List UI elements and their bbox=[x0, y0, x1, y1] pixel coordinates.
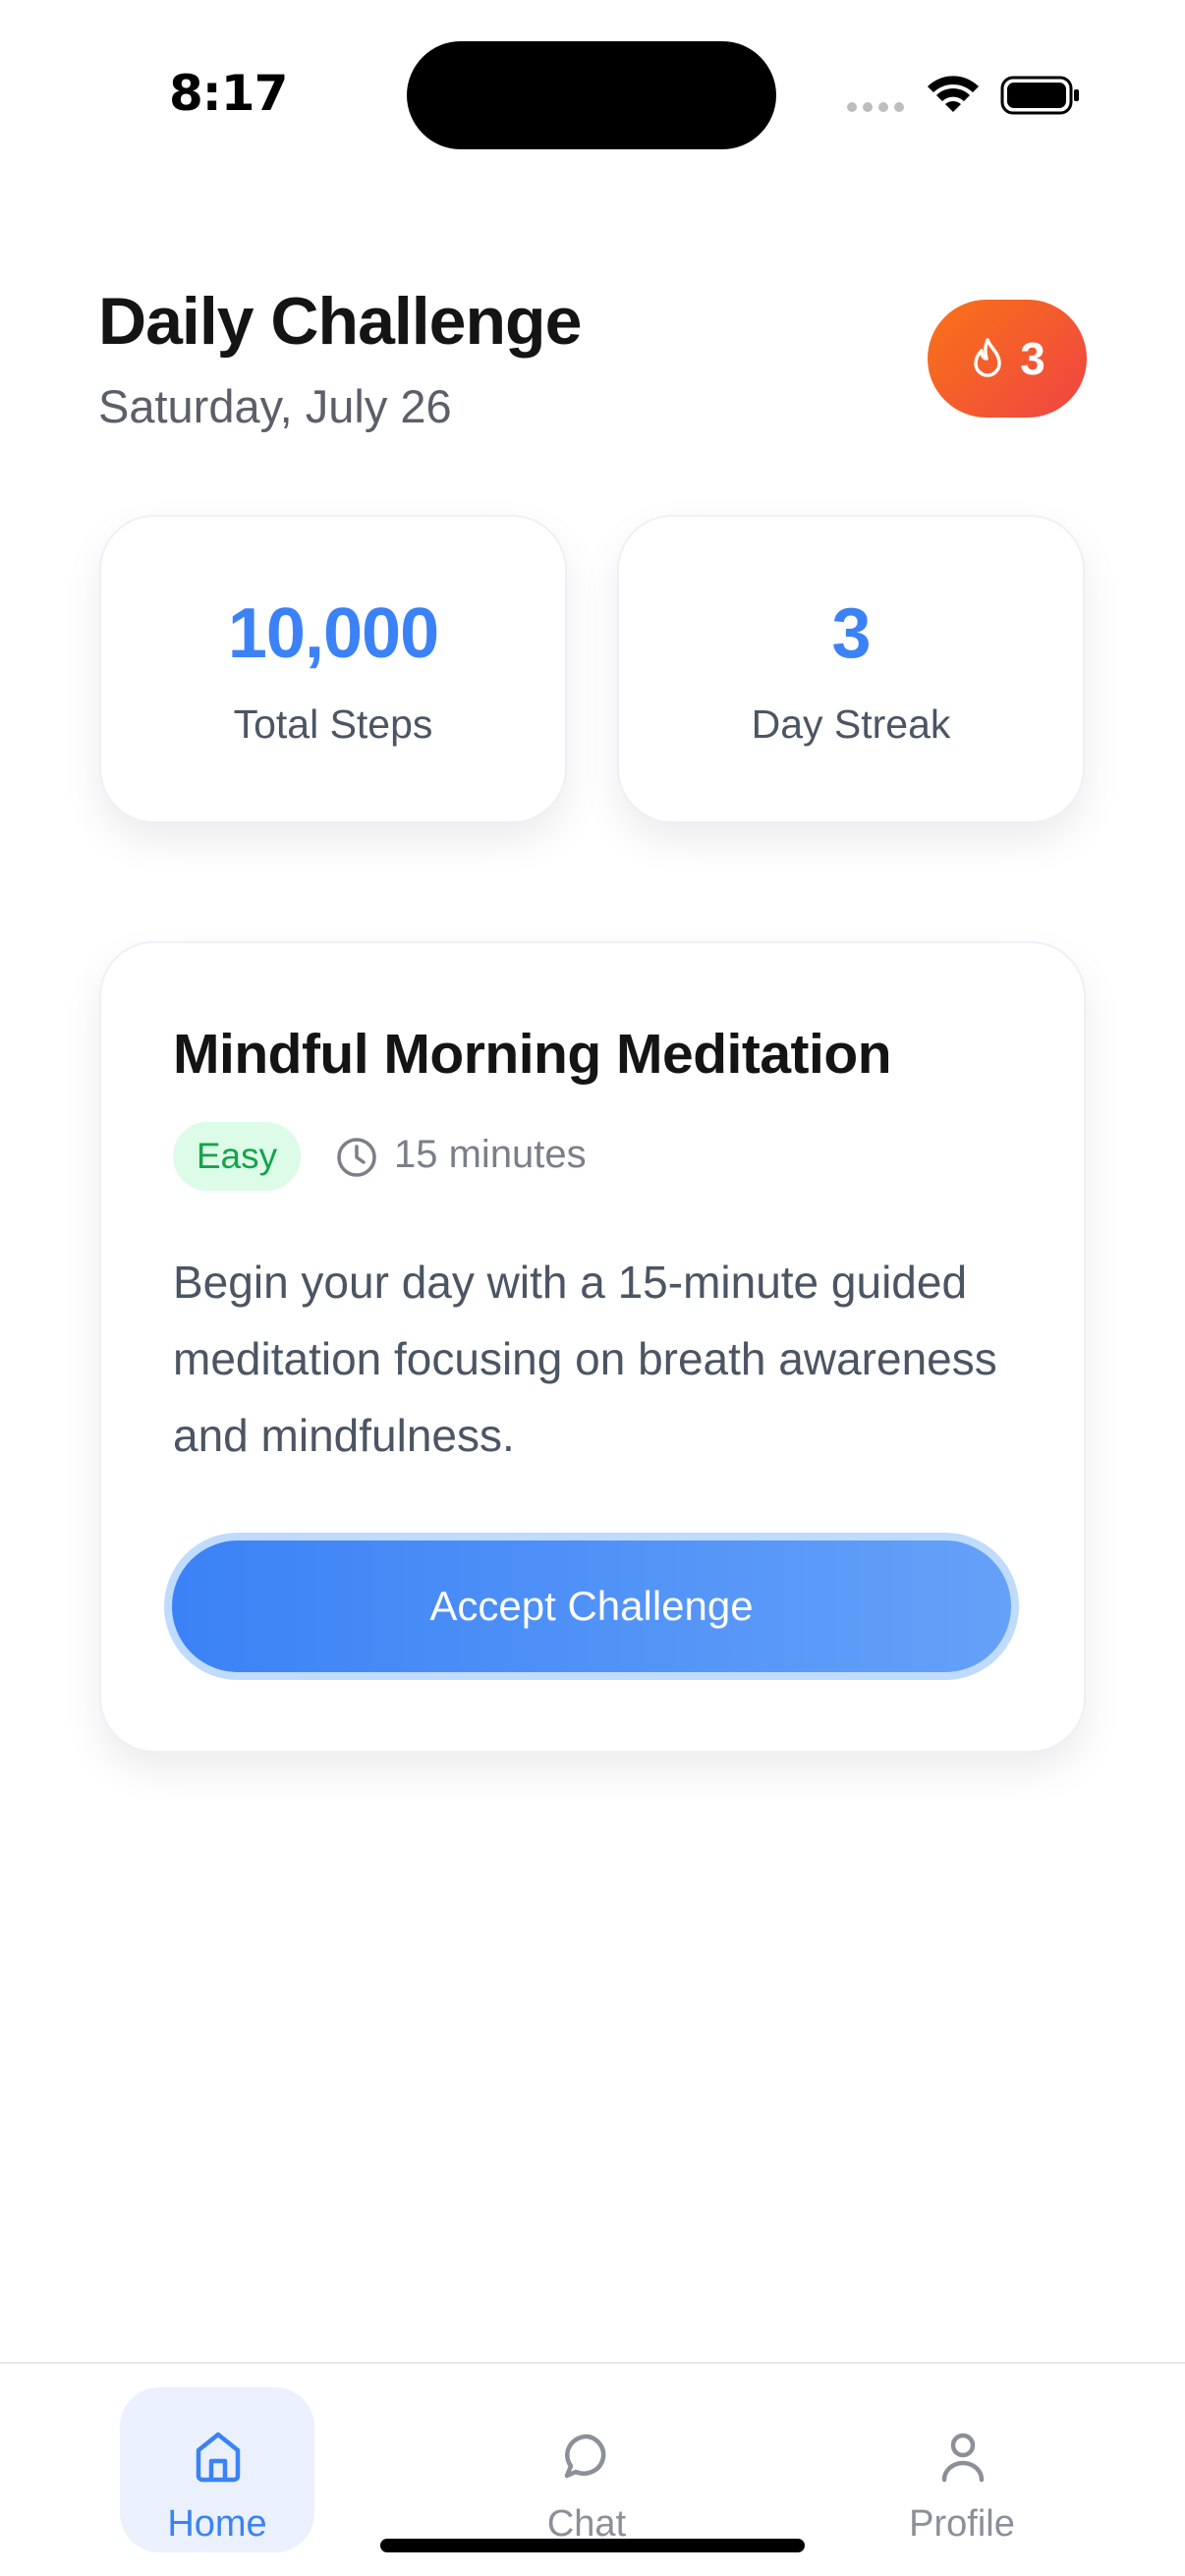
total-steps-label: Total Steps bbox=[233, 701, 433, 747]
day-streak-value: 3 bbox=[831, 594, 871, 673]
total-steps-card: 10,000 Total Steps bbox=[99, 515, 567, 823]
status-time: 8:17 bbox=[169, 65, 288, 122]
day-streak-label: Day Streak bbox=[751, 701, 951, 747]
streak-badge[interactable]: 3 bbox=[928, 300, 1087, 418]
day-streak-card: 3 Day Streak bbox=[617, 515, 1085, 823]
challenge-description: Begin your day with a 15-minute guided m… bbox=[173, 1257, 997, 1461]
app-screen: 8:17 Daily Challenge Saturday, July 26 3… bbox=[0, 0, 1185, 2576]
cellular-signal-icon bbox=[847, 102, 904, 112]
page-title: Daily Challenge bbox=[98, 284, 582, 359]
home-indicator bbox=[380, 2539, 805, 2552]
wifi-icon bbox=[928, 76, 979, 112]
streak-count: 3 bbox=[1020, 333, 1045, 384]
nav-item-chat[interactable]: Chat bbox=[489, 2387, 684, 2552]
nav-label-profile: Profile bbox=[909, 2503, 1015, 2545]
nav-item-home[interactable]: Home bbox=[120, 2387, 314, 2552]
dynamic-island bbox=[407, 41, 776, 149]
chat-icon bbox=[564, 2434, 606, 2479]
accept-challenge-button[interactable]: Accept Challenge bbox=[164, 1533, 1019, 1680]
nav-item-profile[interactable]: Profile bbox=[865, 2387, 1059, 2552]
nav-label-home: Home bbox=[167, 2503, 267, 2545]
page-date: Saturday, July 26 bbox=[98, 380, 452, 432]
battery-icon bbox=[1000, 76, 1079, 115]
challenge-card: Mindful Morning Meditation Easy 15 minut… bbox=[99, 941, 1086, 1753]
challenge-duration: 15 minutes bbox=[394, 1133, 587, 1176]
flame-icon bbox=[974, 338, 1001, 377]
clock-icon bbox=[337, 1138, 376, 1177]
difficulty-badge: Easy bbox=[173, 1122, 301, 1191]
home-icon bbox=[196, 2432, 241, 2483]
total-steps-value: 10,000 bbox=[227, 594, 439, 673]
profile-icon bbox=[941, 2433, 985, 2483]
challenge-title: Mindful Morning Meditation bbox=[173, 1023, 892, 1086]
